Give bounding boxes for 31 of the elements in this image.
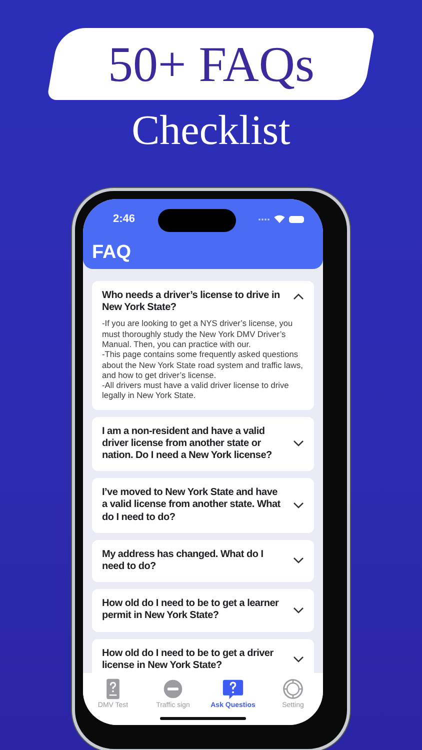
- chevron-down-icon[interactable]: [293, 557, 304, 564]
- faq-question: How old do I need to be to get a learner permit in New York State?: [102, 598, 280, 622]
- question-bubble-icon: [222, 678, 244, 700]
- faq-question: I’ve moved to New York State and have a valid license from another state. What do I need to do?: [102, 487, 282, 524]
- signal-icon: [258, 218, 270, 220]
- faq-card[interactable]: I am a non-resident and have a valid driver license from another state or nation. Do I need a New York license?: [92, 416, 314, 472]
- headline: 50+ FAQs: [108, 39, 314, 89]
- chevron-down-icon[interactable]: [293, 502, 304, 509]
- faq-answer: -This page contains some frequently asked questions about the New York State road system and traffic laws, and how to get driver’s license.: [102, 349, 304, 380]
- gear-icon: [282, 678, 304, 700]
- chevron-down-icon[interactable]: [293, 656, 304, 664]
- battery-icon: [289, 216, 305, 222]
- faq-card[interactable]: [92, 281, 314, 410]
- chevron-down-icon[interactable]: [293, 440, 304, 448]
- faq-answer: -All drivers must have a valid driver license to drive legally in New York State.: [102, 380, 290, 401]
- no-entry-sign-icon: [162, 678, 184, 700]
- faq-question: Who needs a driver’s license to drive in New York State?: [102, 290, 281, 314]
- faq-question: I am a non-resident and have a valid driver license from another state or nation. Do I need a New York license?: [102, 426, 273, 462]
- subtitle: Checklist: [132, 110, 290, 152]
- faq-card[interactable]: I’ve moved to New York State and have a valid license from another state. What do I need to do?: [92, 478, 314, 533]
- faq-question: My address has changed. What do I need to do?: [102, 548, 264, 574]
- faq-card[interactable]: How old do I need to be to get a learner permit in New York State?: [92, 589, 314, 632]
- wifi-icon: [274, 215, 285, 223]
- faq-answer: -If you are looking to get a NYS driver’s license, you must thoroughly study the New York DMV Driver’s Manual. Then, you can practice with our.: [102, 318, 294, 350]
- status-time: 2:46: [113, 213, 136, 225]
- chevron-down-icon[interactable]: [293, 606, 304, 614]
- faq-card[interactable]: My address has changed. What do I need to do?: [92, 540, 314, 582]
- chevron-up-icon[interactable]: [293, 293, 304, 300]
- faq-question: How old do I need to be to get a driver license in New York State?: [102, 648, 274, 672]
- faq-card[interactable]: How old do I need to be to get a driver license in New York State?: [92, 638, 314, 673]
- screen-title: FAQ: [91, 241, 132, 264]
